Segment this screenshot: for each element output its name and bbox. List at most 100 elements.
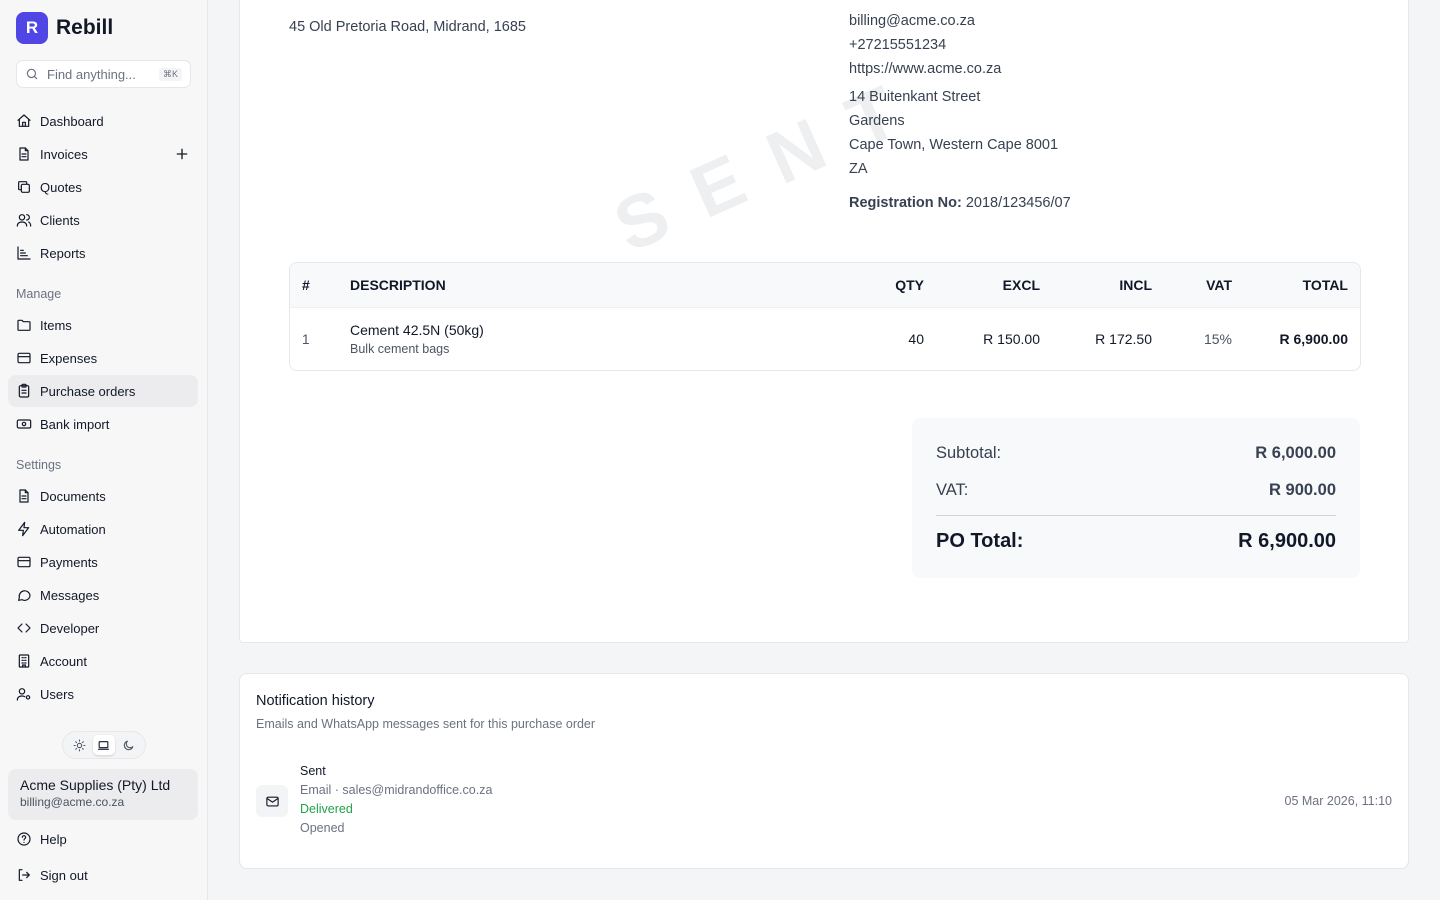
copy-icon [18,181,30,193]
notification-channel: Email · sales@midrandoffice.co.za [300,783,493,797]
help-link[interactable]: Help [8,823,198,855]
purchase-order-preview: SENT 45 Old Pretoria Road, Midrand, 1685… [239,0,1409,643]
po-total-label: PO Total: [936,530,1024,552]
brand-name: Rebill [56,16,114,39]
brand-logo: R [16,12,48,44]
col-description: DESCRIPTION [350,277,446,293]
sidebar-item-developer[interactable]: Developer [8,612,198,644]
sidebar-item-label: Documents [40,488,106,504]
sidebar-item-automation[interactable]: Automation [8,513,198,545]
row-number: 1 [302,331,310,347]
moon-icon [124,740,134,750]
brand[interactable]: R Rebill [16,12,113,44]
laptop-icon [98,740,110,750]
col-incl: INCL [1119,277,1152,293]
sidebar-item-dashboard[interactable]: Dashboard [8,105,198,137]
sidebar-item-label: Items [40,317,72,333]
home-icon [17,114,31,127]
delivery-status: Delivered [300,802,353,816]
account-name: Acme Supplies (Pty) Ltd [20,777,171,793]
sidebar-item-label: Automation [40,521,106,537]
file-icon [19,489,29,503]
sidebar-item-quotes[interactable]: Quotes [8,171,198,203]
theme-toggle [62,731,146,759]
sidebar-item-label: Clients [40,212,80,228]
table-header: # DESCRIPTION QTY EXCL INCL VAT TOTAL [290,263,1360,307]
theme-dark-button[interactable] [118,735,140,755]
users-icon [16,214,32,227]
row-incl: R 172.50 [1095,331,1152,347]
search-input[interactable]: Find anything... ⌘K [16,60,191,88]
theme-light-button[interactable] [68,735,90,755]
search-shortcut: ⌘K [158,67,182,81]
help-icon [17,832,31,846]
registration-value: 2018/123456/07 [965,195,1071,211]
company-suburb: Gardens [849,113,905,129]
company-website: https://www.acme.co.za [849,61,1002,77]
sidebar-item-users[interactable]: Users [8,678,198,710]
chat-icon [18,590,31,601]
row-total: R 6,900.00 [1279,331,1349,347]
sidebar-item-clients[interactable]: Clients [8,204,198,236]
company-city: Cape Town, Western Cape 8001 [849,137,1059,153]
sidebar-item-label: Expenses [40,350,98,366]
bolt-icon [18,521,30,537]
registration-number: Registration No: 2018/123456/07 [849,195,1071,211]
notification-item: Sent Email · sales@midrandoffice.co.za D… [300,764,492,835]
banknote-icon [16,419,32,429]
sidebar-item-purchase-orders[interactable]: Purchase orders [8,375,198,407]
chart-icon [17,246,31,260]
notification-channel-badge [256,785,288,817]
sidebar-item-label: Payments [40,554,98,570]
building-icon [18,654,30,668]
sidebar-item-messages[interactable]: Messages [8,579,198,611]
sign-out-label: Sign out [40,867,88,883]
row-description: Cement 42.5N (50kg) Bulk cement bags [350,322,828,356]
account-email: billing@acme.co.za [20,795,125,809]
clipboard-icon [18,383,30,398]
item-note: Bulk cement bags [350,342,450,356]
sidebar-item-label: Quotes [40,179,82,195]
sun-icon [73,739,86,751]
sidebar-item-label: Dashboard [40,113,104,129]
company-street: 14 Buitenkant Street [849,89,981,105]
sidebar-item-items[interactable]: Items [8,309,198,341]
registration-label: Registration No: [849,195,962,211]
subtotal-row: Subtotal: R 6,000.00 [936,444,1336,463]
notification-history: Notification history Emails and WhatsApp… [239,673,1409,869]
user-cog-icon [16,688,31,701]
notification-history-title: Notification history [256,693,375,709]
row-excl: R 150.00 [983,331,1040,347]
theme-system-button[interactable] [92,735,115,755]
folder-icon [17,319,31,331]
sidebar-item-account[interactable]: Account [8,645,198,677]
section-label-manage: Manage [16,287,62,301]
code-icon [17,623,31,633]
sidebar-item-payments[interactable]: Payments [8,546,198,578]
company-phone: +27215551234 [849,37,947,53]
totals-summary: Subtotal: R 6,000.00 VAT: R 900.00 PO To… [912,418,1360,578]
notification-status: Sent [300,764,326,778]
plus-icon[interactable] [174,146,190,162]
po-total-row: PO Total: R 6,900.00 [936,530,1336,553]
line-items-table: # DESCRIPTION QTY EXCL INCL VAT TOTAL 1 … [289,262,1361,371]
sidebar-item-label: Users [40,686,74,702]
sidebar-item-bank-import[interactable]: Bank import [8,408,198,440]
col-vat: VAT [1206,277,1232,293]
sidebar: R Rebill Find anything... ⌘K Dashboard I… [0,0,208,900]
vat-value: R 900.00 [1269,481,1336,499]
sign-out-link[interactable]: Sign out [8,859,198,891]
notification-history-subtitle: Emails and WhatsApp messages sent for th… [256,717,596,731]
account-switcher[interactable]: Acme Supplies (Pty) Ltd billing@acme.co.… [8,769,198,820]
card-icon [17,352,31,364]
sidebar-item-expenses[interactable]: Expenses [8,342,198,374]
sidebar-item-reports[interactable]: Reports [8,237,198,269]
company-country: ZA [849,161,868,177]
po-total-value: R 6,900.00 [1238,530,1336,552]
notification-timestamp: 05 Mar 2026, 11:10 [1284,794,1392,808]
sidebar-item-documents[interactable]: Documents [8,480,198,512]
sidebar-item-invoices[interactable]: Invoices [8,138,198,170]
sidebar-item-label: Bank import [40,416,110,432]
vat-row: VAT: R 900.00 [936,481,1336,500]
file-icon [19,147,29,161]
